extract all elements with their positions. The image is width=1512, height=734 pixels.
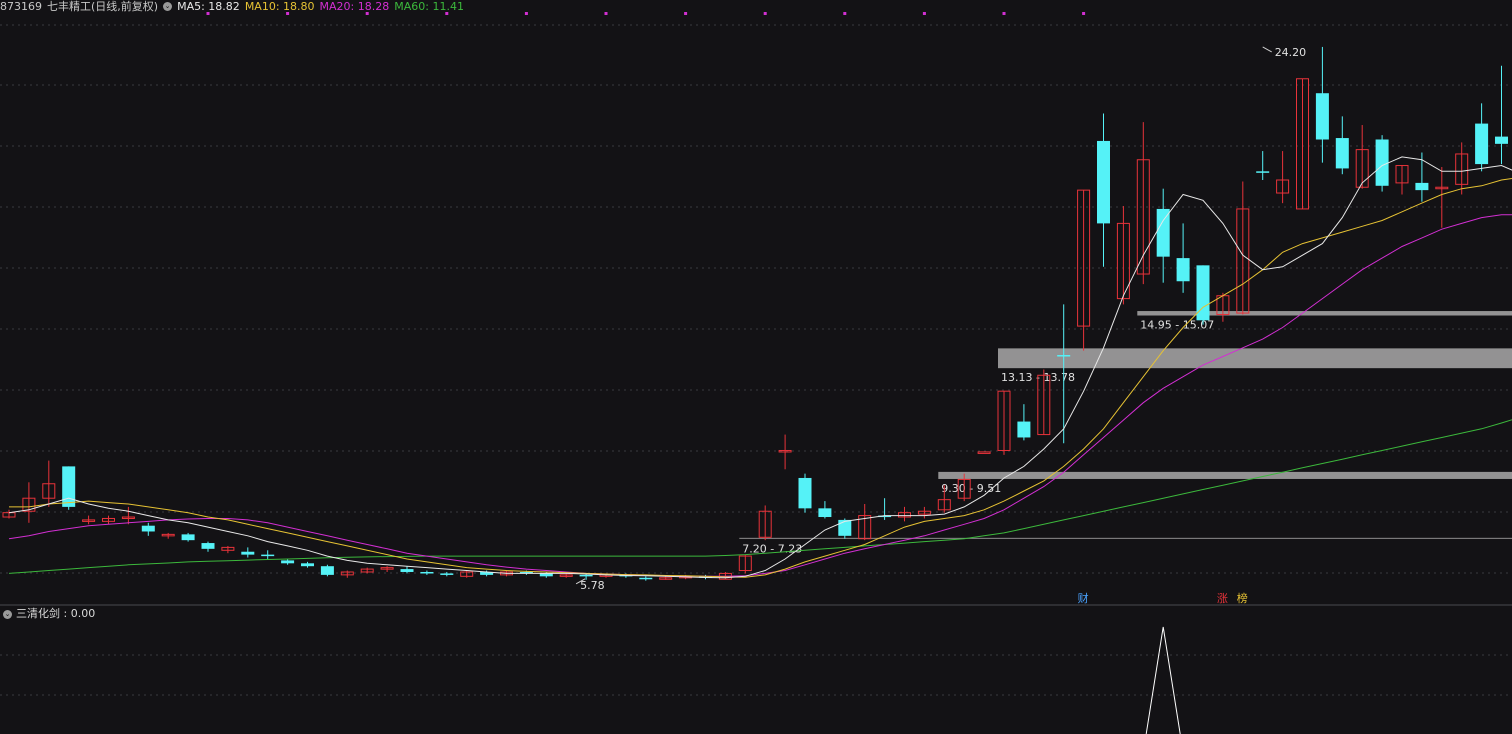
candle-body [977,451,991,454]
candle-body [440,573,454,575]
candle-body [301,563,314,567]
candle-body [639,577,653,580]
candle-body [579,574,593,577]
candle-body [181,534,195,541]
candle-body [1057,355,1071,357]
top-mark [843,12,847,15]
candle-body [1097,140,1110,224]
chart-header: 873169 七丰精工 (日线,前复权) ⌄ MA5: 18.82 MA10: 1… [0,0,464,12]
price-zone [998,348,1512,369]
candle-body [62,466,76,507]
indicator-spike [1145,626,1181,734]
indicator-panel [1145,626,1181,734]
low-annotation: 5.78 [580,579,605,592]
candle-body [141,525,155,532]
annotation-leader [1262,46,1272,53]
top-mark [763,12,767,15]
high-annotation: 24.20 [1275,46,1307,59]
event-marker-fin: 财 [1078,591,1089,605]
settings-icon[interactable]: ⌄ [163,1,173,11]
candle-body [420,571,434,574]
price-zone [739,537,1512,539]
candle-body [400,569,414,572]
candle-body [241,551,255,555]
top-mark [604,12,608,15]
candle-body [1176,258,1190,282]
ma60-label[interactable]: MA60: 11.41 [394,1,464,12]
candle-body [1415,182,1429,191]
top-mark [1082,12,1086,15]
candle-body [798,477,812,509]
candle-body [1335,138,1349,169]
candle-body [1156,208,1170,257]
candle-body [818,508,832,518]
top-mark [684,12,688,15]
ma10-label[interactable]: MA10: 18.80 [245,1,315,12]
event-markers[interactable]: 财 涨榜 [1078,591,1248,605]
indicator-label[interactable]: 三清化剑 : 0.00 [16,607,95,621]
price-zones: 14.95 - 15.0713.13 - 13.789.30 - 9.517.2… [739,311,1512,556]
indicator-header: ⌄ 三清化剑 : 0.00 [3,607,95,621]
top-mark [524,12,528,15]
chart-period: (日线,前复权) [91,0,159,13]
candle-body [1315,93,1329,140]
top-mark [1002,12,1006,15]
candle-body [838,519,852,536]
candle-body [201,543,215,549]
candle-body [281,560,295,564]
event-marker-limit: 涨 [1217,592,1228,605]
candle-body [1495,136,1508,144]
ma5-label[interactable]: MA5: 18.82 [177,1,240,12]
ma20-label[interactable]: MA20: 18.28 [320,1,390,12]
event-marker-list: 榜 [1237,591,1248,605]
candle-body [1475,123,1489,165]
ma10-line [9,177,1512,578]
stock-name: 七丰精工 [47,0,91,13]
indicator-settings-icon[interactable]: ⌄ [3,609,12,619]
candle-body [1256,171,1270,173]
candle-body [1017,421,1031,438]
stock-code: 873169 [0,0,42,13]
price-zone [1137,311,1512,316]
kline-chart[interactable]: 14.95 - 15.0713.13 - 13.789.30 - 9.517.2… [0,0,1512,734]
candle-body [320,566,334,575]
candle-body [1375,139,1389,186]
top-mark [922,12,926,15]
ma20-line [8,214,1512,577]
candle-body [261,554,275,557]
price-zone [938,471,1512,479]
